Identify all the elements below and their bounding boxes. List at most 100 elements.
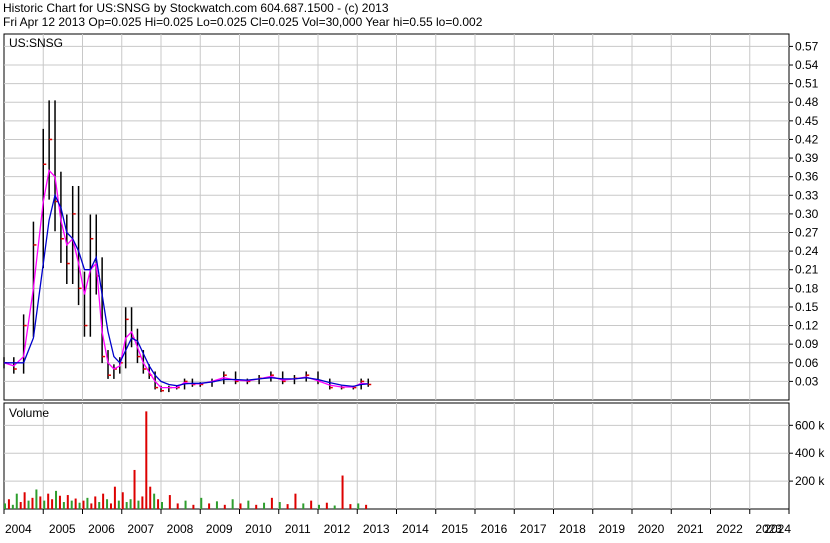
volume-bar xyxy=(27,500,30,509)
volume-bar xyxy=(86,497,89,509)
volume-bar xyxy=(357,503,360,509)
volume-label: Volume xyxy=(9,406,49,420)
volume-bar xyxy=(318,504,320,509)
x-axis: 2004 2005 2006 2007 2008 2009 2010 2011 2012 2013… xyxy=(3,509,791,536)
volume-y-tick-label: 600 k xyxy=(795,418,825,432)
volume-bar xyxy=(129,499,132,509)
volume-bar xyxy=(270,497,273,509)
x-tick-label: 2011 xyxy=(285,522,311,536)
price-y-tick-label: 0.36 xyxy=(795,170,819,184)
volume-bar xyxy=(192,504,195,509)
volume-bar xyxy=(325,502,328,509)
volume-bar xyxy=(255,504,258,509)
volume-bar xyxy=(310,500,313,509)
x-tick-label: 2021 xyxy=(677,522,704,536)
volume-bar xyxy=(102,493,105,509)
volume-y-tick-label: 200 k xyxy=(795,474,825,488)
volume-bar xyxy=(117,500,120,509)
volume-bar xyxy=(11,504,14,509)
volume-bar xyxy=(7,499,10,509)
volume-bar xyxy=(47,493,50,509)
volume-bar xyxy=(109,503,112,509)
volume-bar xyxy=(55,490,58,509)
volume-bar xyxy=(157,499,160,509)
volume-bar xyxy=(161,502,163,509)
volume-bar xyxy=(35,489,38,509)
price-y-tick-label: 0.24 xyxy=(795,244,819,258)
price-y-tick-label: 0.39 xyxy=(795,151,819,165)
x-tick-label: 2007 xyxy=(127,522,154,536)
volume-bar xyxy=(19,502,22,509)
x-tick-label: 2015 xyxy=(441,522,468,536)
volume-y-tick-label: 400 k xyxy=(795,446,825,460)
volume-bar xyxy=(294,493,297,509)
x-tick-label: 2017 xyxy=(520,522,547,536)
volume-bar xyxy=(113,486,116,509)
x-tick-label: 2013 xyxy=(363,522,390,536)
volume-bar xyxy=(70,500,73,509)
volume-bar xyxy=(51,499,54,509)
volume-bar xyxy=(333,505,336,509)
volume-bar xyxy=(106,499,109,509)
price-y-tick-label: 0.42 xyxy=(795,132,819,146)
price-y-tick-label: 0.12 xyxy=(795,319,819,333)
symbol-label: US:SNSG xyxy=(9,36,63,50)
price-grid xyxy=(4,34,789,400)
volume-bar xyxy=(247,500,250,509)
volume-bar xyxy=(365,504,368,509)
volume-bar xyxy=(239,503,242,509)
volume-bar xyxy=(341,475,344,509)
volume-bar xyxy=(145,411,148,509)
volume-bar xyxy=(153,493,156,509)
volume-bar xyxy=(90,503,93,509)
volume-bar xyxy=(121,492,124,509)
volume-bar xyxy=(208,503,211,509)
volume-bar xyxy=(125,502,128,509)
volume-bar xyxy=(43,500,46,509)
volume-bar xyxy=(133,469,136,509)
x-tick-label: 2020 xyxy=(638,522,665,536)
volume-bar xyxy=(62,502,65,509)
volume-bar xyxy=(200,497,203,509)
volume-bar xyxy=(82,500,85,509)
volume-bar xyxy=(15,493,18,509)
volume-bar xyxy=(168,495,171,509)
x-tick-label: 2005 xyxy=(49,522,76,536)
volume-bar xyxy=(31,497,34,509)
volume-bar xyxy=(263,502,266,509)
volume-bar xyxy=(98,502,101,509)
price-y-tick-label: 0.18 xyxy=(795,281,819,295)
price-y-tick-label: 0.09 xyxy=(795,337,819,351)
volume-bar xyxy=(23,492,26,509)
price-y-tick-label: 0.45 xyxy=(795,114,819,128)
volume-bar xyxy=(137,500,140,509)
price-y-tick-label: 0.27 xyxy=(795,226,819,240)
price-y-tick-label: 0.33 xyxy=(795,188,819,202)
volume-bar xyxy=(66,495,69,509)
volume-bar xyxy=(215,501,218,509)
volume-bar xyxy=(58,495,61,509)
x-tick-label: 2016 xyxy=(481,522,508,536)
volume-bar xyxy=(223,504,226,509)
price-y-tick-label: 0.03 xyxy=(795,374,819,388)
x-tick-label: 2024 xyxy=(764,522,791,536)
x-tick-label: 2008 xyxy=(167,522,194,536)
price-y-axis: 0.57 0.54 0.51 0.48 0.45 0.42 0.39 0.36 0.33 0.30… xyxy=(789,39,819,388)
volume-bar xyxy=(176,503,179,509)
volume-bar xyxy=(302,503,305,509)
x-tick-label: 2004 xyxy=(5,522,32,536)
volume-bar xyxy=(74,498,77,509)
x-tick-label: 2012 xyxy=(324,522,351,536)
volume-y-axis: 600 k 400 k 200 k xyxy=(789,418,825,488)
volume-bar xyxy=(286,504,289,509)
volume-bar xyxy=(349,504,352,509)
x-tick-label: 2014 xyxy=(402,522,429,536)
price-y-tick-label: 0.30 xyxy=(795,207,819,221)
stock-chart: 0.57 0.54 0.51 0.48 0.45 0.42 0.39 0.36 0.33 0.30… xyxy=(3,33,825,536)
volume-bar xyxy=(184,500,187,509)
price-y-tick-label: 0.54 xyxy=(795,58,819,72)
price-y-tick-label: 0.21 xyxy=(795,263,819,277)
volume-bar xyxy=(39,496,42,509)
x-tick-label: 2018 xyxy=(559,522,586,536)
volume-bar xyxy=(149,486,152,509)
